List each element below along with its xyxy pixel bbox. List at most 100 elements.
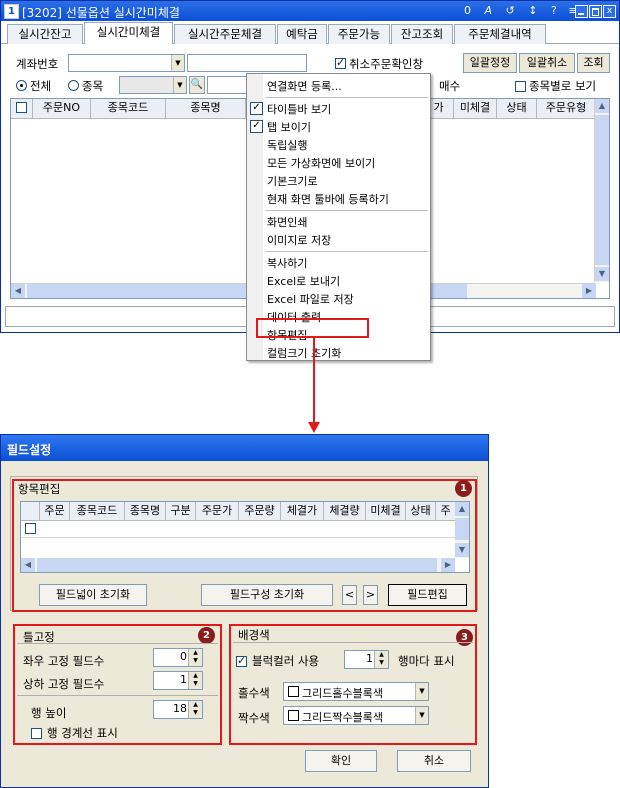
search-icon[interactable]: 🔍 [189, 76, 205, 94]
grid-header-cell[interactable]: 종목코드 [91, 99, 166, 118]
grid-header-cell[interactable]: 종목명 [166, 99, 246, 118]
scroll-up-icon[interactable]: ▲ [595, 99, 609, 113]
even-color-select[interactable]: 그리드짝수블록색 ▼ [283, 706, 429, 725]
account-number-select[interactable]: ▼ [68, 54, 185, 72]
block-color-stepper[interactable]: 1 ▲ ▼ [344, 650, 389, 669]
help-icon[interactable]: ? [551, 4, 557, 17]
chevron-down-icon[interactable]: ▼ [415, 707, 428, 724]
menu-item[interactable]: 독립실행 [247, 136, 430, 154]
scroll-down-icon[interactable]: ▼ [455, 543, 469, 557]
field-settings-dialog: 필드설정 항목편집 1 주문 종목코드 종목명 구분 주문가 주문량 체결가 체… [0, 434, 489, 788]
dialog-grid-vscroll[interactable]: ▲ ▼ [455, 502, 469, 558]
next-button[interactable]: > [363, 585, 378, 605]
menu-item[interactable]: Excel 파일로 저장 [247, 290, 430, 308]
cancel-button[interactable]: 취소 [397, 750, 471, 772]
dialog-grid-header-cell[interactable]: 구분 [166, 502, 196, 520]
title-icon-a[interactable]: A [485, 4, 493, 17]
tab-deposit[interactable]: 예탁금 [277, 24, 327, 44]
item-code-select[interactable]: ▼ [119, 76, 187, 94]
dialog-grid-header-cell[interactable]: 종목명 [125, 502, 166, 520]
scroll-right-icon[interactable]: ▶ [441, 558, 455, 572]
minimize-button[interactable] [575, 5, 588, 18]
tab-order-fill-history[interactable]: 주문체결내역 [454, 24, 546, 44]
lr-fixed-stepper[interactable]: 0 ▲ ▼ [153, 648, 203, 667]
section2-divider [17, 643, 218, 644]
bulk-correct-button[interactable]: 일괄정정 [463, 53, 517, 73]
scroll-up-icon[interactable]: ▲ [455, 502, 469, 516]
item-name-field[interactable] [207, 76, 249, 94]
dialog-grid-header-cell[interactable]: 미체결 [366, 502, 406, 520]
grid-header-cell[interactable]: 주문NO [33, 99, 91, 118]
dialog-grid-header-cell[interactable]: 주문 [40, 502, 70, 520]
odd-color-select[interactable]: 그리드홀수블록색 ▼ [283, 682, 429, 701]
reset-config-button[interactable]: 필드구성 초기화 [201, 584, 333, 606]
grid-header-cell[interactable]: 상태 [497, 99, 537, 118]
row-checkbox[interactable] [25, 523, 36, 534]
tab-order-available[interactable]: 주문가능 [328, 24, 390, 44]
stepper-arrows-icon[interactable]: ▲ ▼ [188, 649, 202, 666]
menu-item[interactable]: ✓ 탭 보이기 [247, 118, 430, 136]
row-height-stepper[interactable]: 18 ▲ ▼ [153, 700, 203, 719]
account-name-field[interactable] [187, 54, 307, 72]
tab-balance-query[interactable]: 잔고조회 [391, 24, 453, 44]
menu-item-label: 연결화면 등록... [267, 80, 342, 93]
tab-realtime-unfilled[interactable]: 실시간미체결 [84, 22, 173, 44]
field-edit-button[interactable]: 필드편집 [388, 584, 467, 606]
block-color-checkbox[interactable] [236, 654, 247, 667]
radio-all[interactable] [16, 80, 27, 91]
ok-button[interactable]: 확인 [305, 750, 377, 772]
tb-fixed-stepper[interactable]: 1 ▲ ▼ [153, 671, 203, 690]
scroll-thumb[interactable] [595, 115, 609, 265]
menu-item[interactable]: 복사하기 [247, 254, 430, 272]
cancel-confirm-checkbox[interactable] [335, 56, 346, 69]
menu-item[interactable]: 이미지로 저장 [247, 231, 430, 249]
resize-icon[interactable]: ↕ [528, 4, 537, 17]
menu-item[interactable]: Excel로 보내기 [247, 272, 430, 290]
vertical-scrollbar[interactable]: ▲ ▼ [594, 99, 609, 282]
menu-item[interactable]: 연결화면 등록... [247, 77, 430, 95]
scroll-left-icon[interactable]: ◀ [21, 558, 35, 572]
close-button[interactable]: x [603, 5, 616, 18]
menu-item[interactable]: 컬럼크기 초기화 [247, 344, 430, 362]
select-all-checkbox[interactable] [16, 102, 27, 113]
prev-button[interactable]: < [342, 585, 357, 605]
dialog-grid-header-cell[interactable]: 체결가 [281, 502, 324, 520]
dialog-grid-header-cell[interactable]: 주문량 [239, 502, 281, 520]
dialog-grid-hscroll[interactable]: ◀ ▶ [21, 558, 455, 572]
dialog-grid-header-cell[interactable]: 주문가 [196, 502, 239, 520]
scroll-thumb[interactable] [455, 518, 469, 540]
refresh-icon[interactable]: ↺ [506, 4, 515, 17]
menu-item[interactable]: 모든 가상화면에 보이기 [247, 154, 430, 172]
stepper-arrows-icon[interactable]: ▲ ▼ [188, 701, 202, 718]
chevron-down-icon[interactable]: ▼ [415, 683, 428, 700]
stepper-arrows-icon[interactable]: ▲ ▼ [188, 672, 202, 689]
reset-width-button[interactable]: 필드넓이 초기화 [39, 584, 147, 606]
grid-header-cell[interactable]: 주문유형 [537, 99, 596, 118]
dialog-grid-header-cell[interactable]: 주 [436, 502, 455, 520]
dialog-grid-header-cell[interactable]: 상태 [406, 502, 436, 520]
chevron-down-icon[interactable]: ▼ [171, 55, 184, 71]
menu-item[interactable]: ✓ 타이틀바 보기 [247, 100, 430, 118]
scroll-right-icon[interactable]: ▶ [582, 284, 596, 298]
title-icon-0[interactable]: 0 [464, 4, 471, 17]
bulk-cancel-button[interactable]: 일괄취소 [519, 53, 575, 73]
stepper-arrows-icon[interactable]: ▲ ▼ [374, 651, 388, 668]
maximize-button[interactable] [589, 5, 602, 18]
row-border-checkbox[interactable] [31, 728, 42, 739]
radio-item[interactable] [68, 80, 79, 91]
chevron-down-icon[interactable]: ▼ [173, 77, 186, 93]
dialog-grid-header-cell[interactable]: 종목코드 [70, 502, 125, 520]
by-item-view-checkbox[interactable] [515, 81, 526, 92]
h-scroll-thumb[interactable] [37, 558, 437, 572]
tab-realtime-balance[interactable]: 실시간잔고 [7, 24, 83, 44]
grid-header-cell[interactable]: 미체결 [454, 99, 497, 118]
menu-item[interactable]: 화면인쇄 [247, 213, 430, 231]
block-color-value: 1 [366, 652, 373, 665]
menu-item[interactable]: 기본크기로 [247, 172, 430, 190]
dialog-grid-header-cell[interactable]: 체결량 [324, 502, 366, 520]
scroll-left-icon[interactable]: ◀ [11, 284, 25, 298]
menu-item[interactable]: 현재 화면 툴바에 등록하기 [247, 190, 430, 208]
scroll-down-icon[interactable]: ▼ [595, 267, 609, 281]
tab-realtime-order-fill[interactable]: 실시간주문체결 [174, 24, 276, 44]
query-button[interactable]: 조회 [577, 53, 610, 73]
